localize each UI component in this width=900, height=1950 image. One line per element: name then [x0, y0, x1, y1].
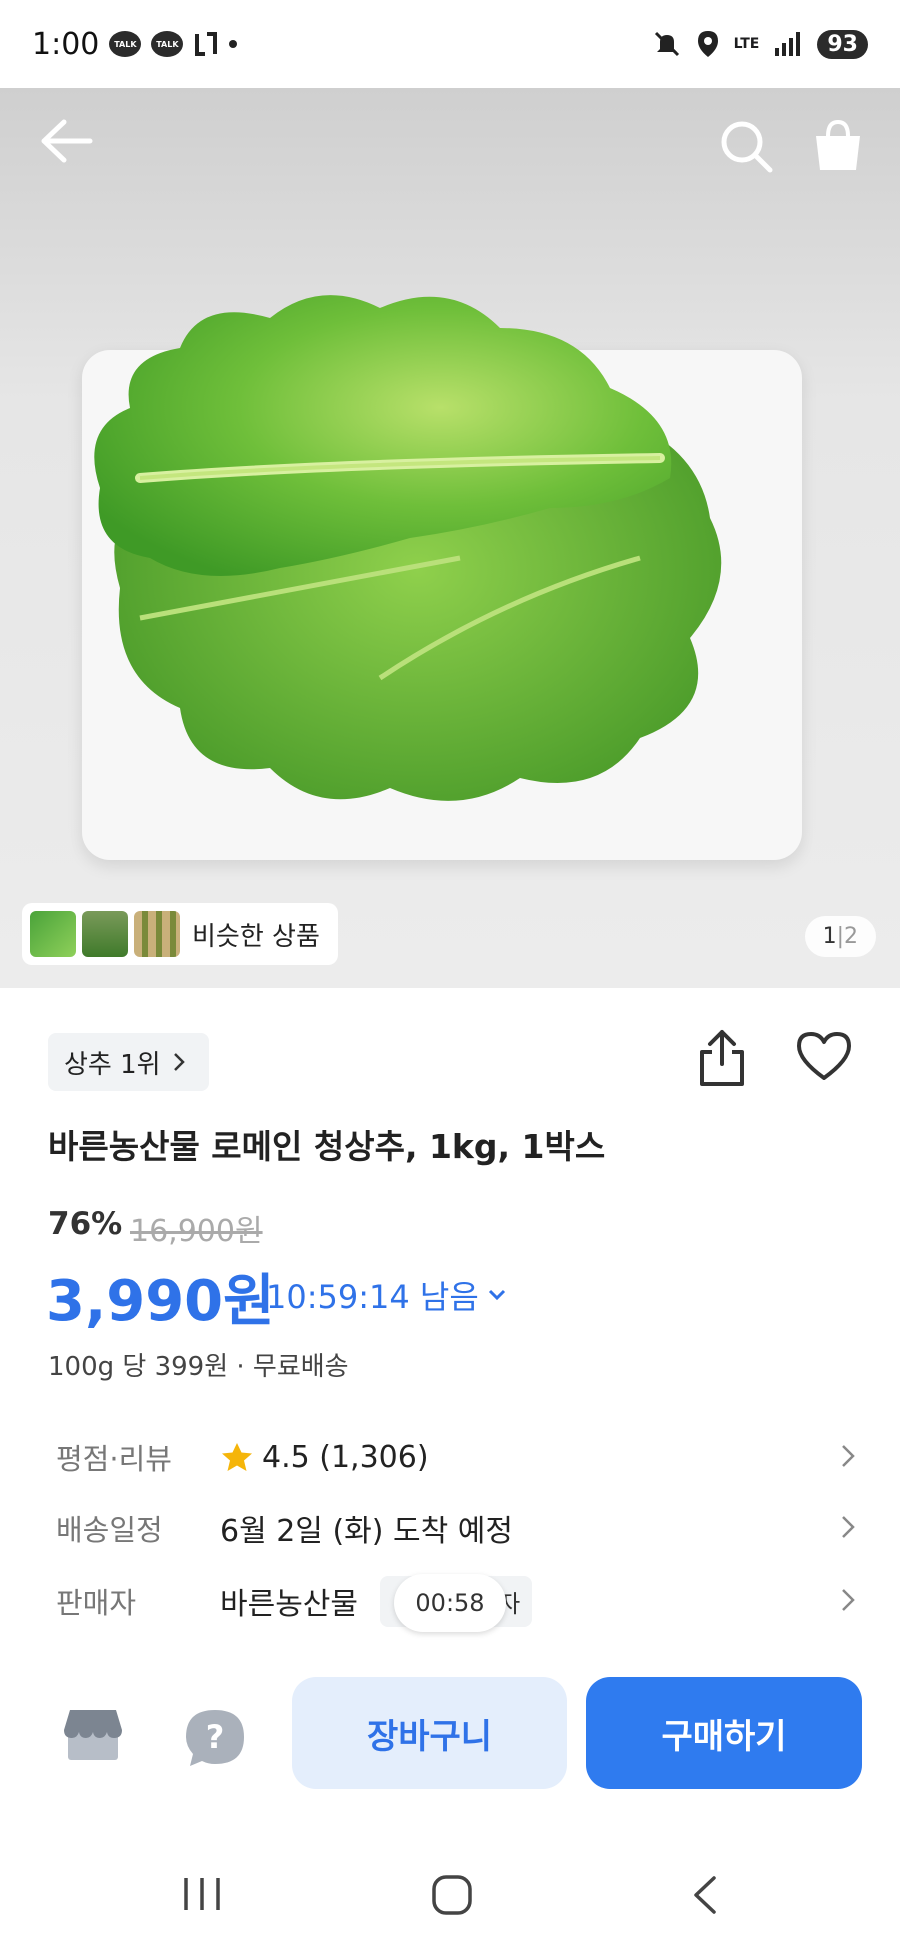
status-left: 1:00 TALK TALK	[32, 26, 238, 62]
product-title: 바른농산물 로메인 청상추, 1kg, 1박스	[48, 1127, 606, 1166]
similar-thumb	[82, 911, 128, 957]
system-nav-bar	[0, 1840, 900, 1950]
delivery-value: 6월 2일 (화) 도착 예정	[220, 1514, 513, 1549]
image-pager: 1|2	[804, 916, 876, 957]
status-bar: 1:00 TALK TALK LTE 93	[0, 0, 900, 88]
star-icon	[222, 1443, 252, 1471]
kakaotalk-icon: TALK	[109, 31, 142, 57]
delivery-label: 배송일정	[56, 1513, 163, 1547]
seller-label: 판매자	[56, 1586, 137, 1620]
notification-dot-icon	[229, 40, 238, 48]
lte-indicator: LTE	[733, 36, 760, 52]
category-rank-label: 상추 1위	[64, 1049, 161, 1080]
floating-timer-bubble[interactable]: 00:58	[394, 1574, 506, 1632]
pager-total: 2	[844, 924, 858, 949]
pager-separator: |	[836, 924, 844, 949]
bottom-action-bar: ? 장바구니 구매하기	[0, 1670, 900, 1800]
buy-now-button[interactable]: 구매하기	[586, 1677, 862, 1789]
cart-bag-icon[interactable]	[812, 118, 864, 174]
status-right: LTE 93	[652, 29, 868, 59]
svg-text:?: ?	[206, 1718, 225, 1756]
heart-icon[interactable]	[795, 1030, 853, 1082]
battery-indicator: 93	[817, 29, 868, 59]
discount-rate: 76%	[48, 1206, 123, 1242]
chevron-right-icon	[842, 1589, 855, 1611]
home-icon[interactable]	[430, 1874, 474, 1916]
deal-timer-text: 10:59:14 남음	[266, 1278, 479, 1316]
recent-apps-icon[interactable]	[180, 1874, 224, 1914]
original-price: 16,900원	[130, 1214, 263, 1249]
pager-current: 1	[822, 924, 837, 949]
chevron-right-icon	[842, 1445, 855, 1467]
back-arrow-icon[interactable]	[40, 118, 94, 164]
signal-icon	[775, 32, 801, 56]
back-nav-icon[interactable]	[690, 1874, 720, 1916]
kakaotalk-icon: TALK	[151, 31, 184, 57]
store-icon[interactable]	[62, 1706, 124, 1762]
bracket-app-icon	[195, 32, 218, 56]
chevron-down-icon	[488, 1289, 505, 1301]
delivery-schedule-row[interactable]: 배송일정 6월 2일 (화) 도착 예정	[56, 1503, 856, 1553]
lettuce-image	[94, 295, 722, 801]
rating-value-wrap: 4.5 (1,306)	[220, 1440, 429, 1475]
similar-products-label: 비슷한 상품	[192, 921, 320, 952]
status-time: 1:00	[32, 26, 100, 62]
similar-products-button[interactable]: 비슷한 상품	[22, 903, 338, 965]
rating-review-row[interactable]: 평점·리뷰 4.5 (1,306)	[56, 1432, 856, 1482]
search-icon[interactable]	[718, 118, 774, 174]
chevron-right-icon	[173, 1053, 185, 1071]
mute-icon	[654, 31, 679, 57]
similar-thumb	[30, 911, 76, 957]
chevron-right-icon	[842, 1516, 855, 1538]
sale-price: 3,990원	[46, 1269, 275, 1334]
share-icon[interactable]	[696, 1028, 748, 1088]
location-icon	[697, 31, 718, 57]
deal-timer[interactable]: 10:59:14 남음	[266, 1272, 507, 1318]
help-question-icon[interactable]: ?	[184, 1708, 246, 1768]
similar-thumb	[134, 911, 180, 957]
add-to-cart-button[interactable]: 장바구니	[292, 1677, 567, 1789]
seller-name: 바른농산물	[220, 1587, 358, 1622]
product-image-carousel[interactable]: 비슷한 상품 1|2	[0, 88, 900, 988]
category-rank-chip[interactable]: 상추 1위	[48, 1033, 209, 1091]
rating-label: 평점·리뷰	[56, 1442, 172, 1476]
unit-price-shipping: 100g 당 399원 · 무료배송	[48, 1352, 349, 1382]
rating-value: 4.5 (1,306)	[262, 1439, 429, 1475]
